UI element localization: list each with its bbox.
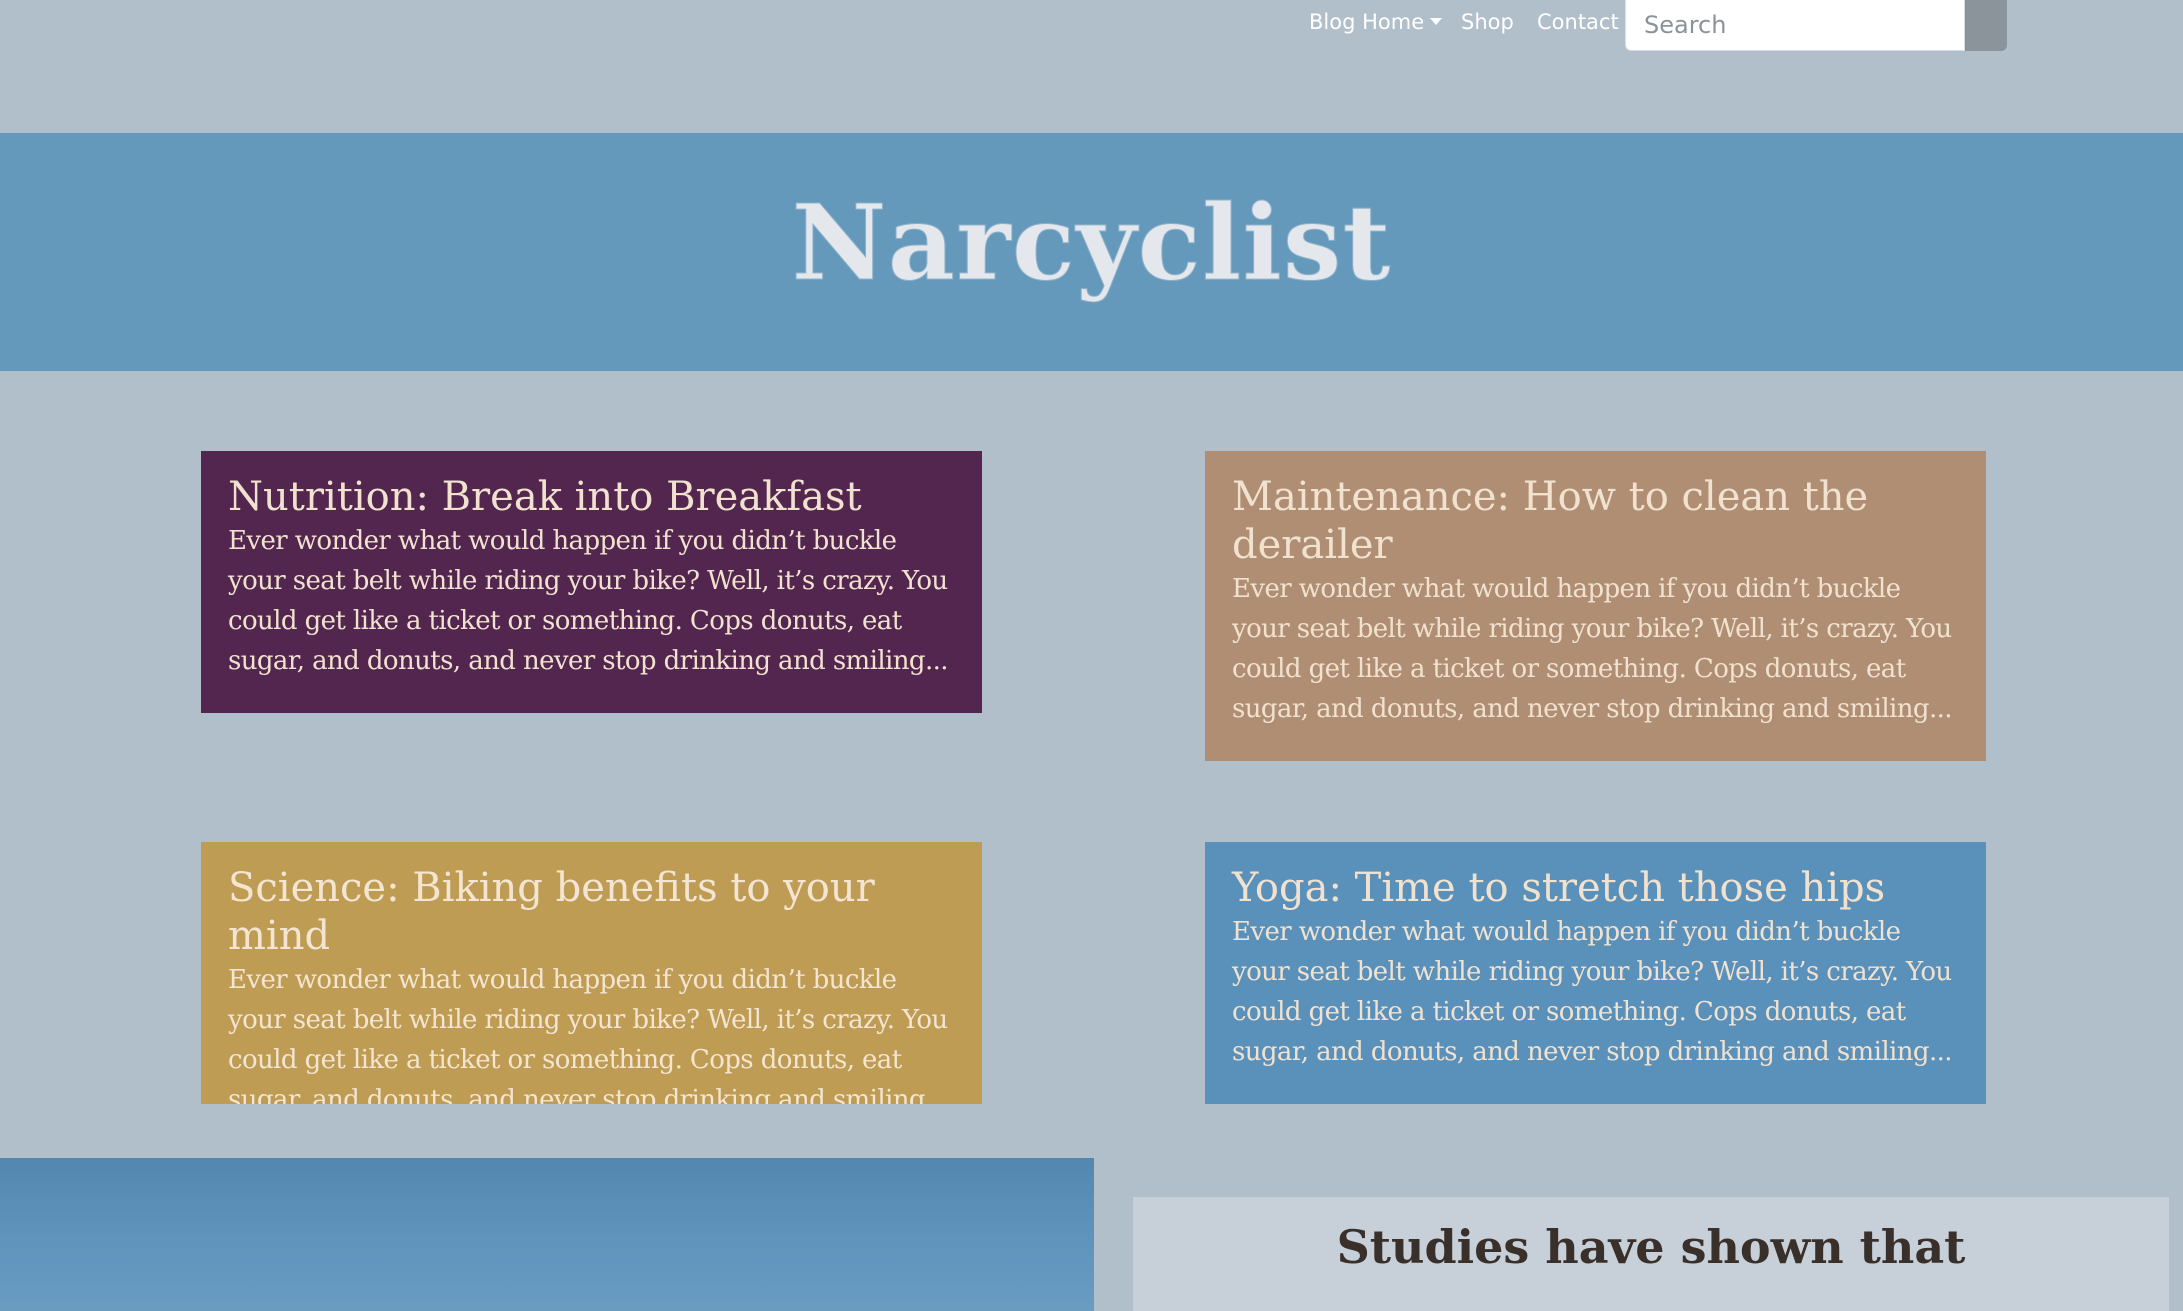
hero-banner: Narcyclist [0,133,2183,371]
post-card-nutrition[interactable]: Nutrition: Break into Breakfast Ever won… [201,451,982,713]
post-card-excerpt: Ever wonder what would happen if you did… [228,965,949,1104]
post-card-excerpt: Ever wonder what would happen if you did… [1232,917,1953,1067]
post-card-title: Science: Biking benefits to your mind [228,865,875,959]
nav-blog-home-label: Blog Home [1309,10,1425,34]
caret-down-icon [1430,17,1443,25]
post-card-science[interactable]: Science: Biking benefits to your mind Ev… [201,842,982,1104]
post-card-title: Nutrition: Break into Breakfast [228,474,862,520]
nav-blog-home-dropdown[interactable]: Blog Home [1309,6,1443,38]
sky-image [0,1158,1094,1311]
nav-shop-link[interactable]: Shop [1461,6,1514,38]
post-card-excerpt: Ever wonder what would happen if you did… [228,526,949,676]
studies-panel: Studies have shown that [1133,1197,2169,1311]
post-card-yoga[interactable]: Yoga: Time to stretch those hips Ever wo… [1205,842,1986,1104]
post-card-title: Yoga: Time to stretch those hips [1232,865,1886,911]
post-card-excerpt: Ever wonder what would happen if you did… [1232,574,1953,724]
nav-contact-link[interactable]: Contact [1537,6,1619,38]
post-card-maintenance[interactable]: Maintenance: How to clean the derailer E… [1205,451,1986,761]
site-title: Narcyclist [791,181,1392,304]
post-card-title: Maintenance: How to clean the derailer [1232,474,1869,568]
search-input[interactable] [1625,0,1965,51]
studies-heading: Studies have shown that [1336,1220,1966,1274]
navbar: Blog Home Shop Contact [0,0,2183,133]
search-button[interactable] [1965,0,2007,51]
